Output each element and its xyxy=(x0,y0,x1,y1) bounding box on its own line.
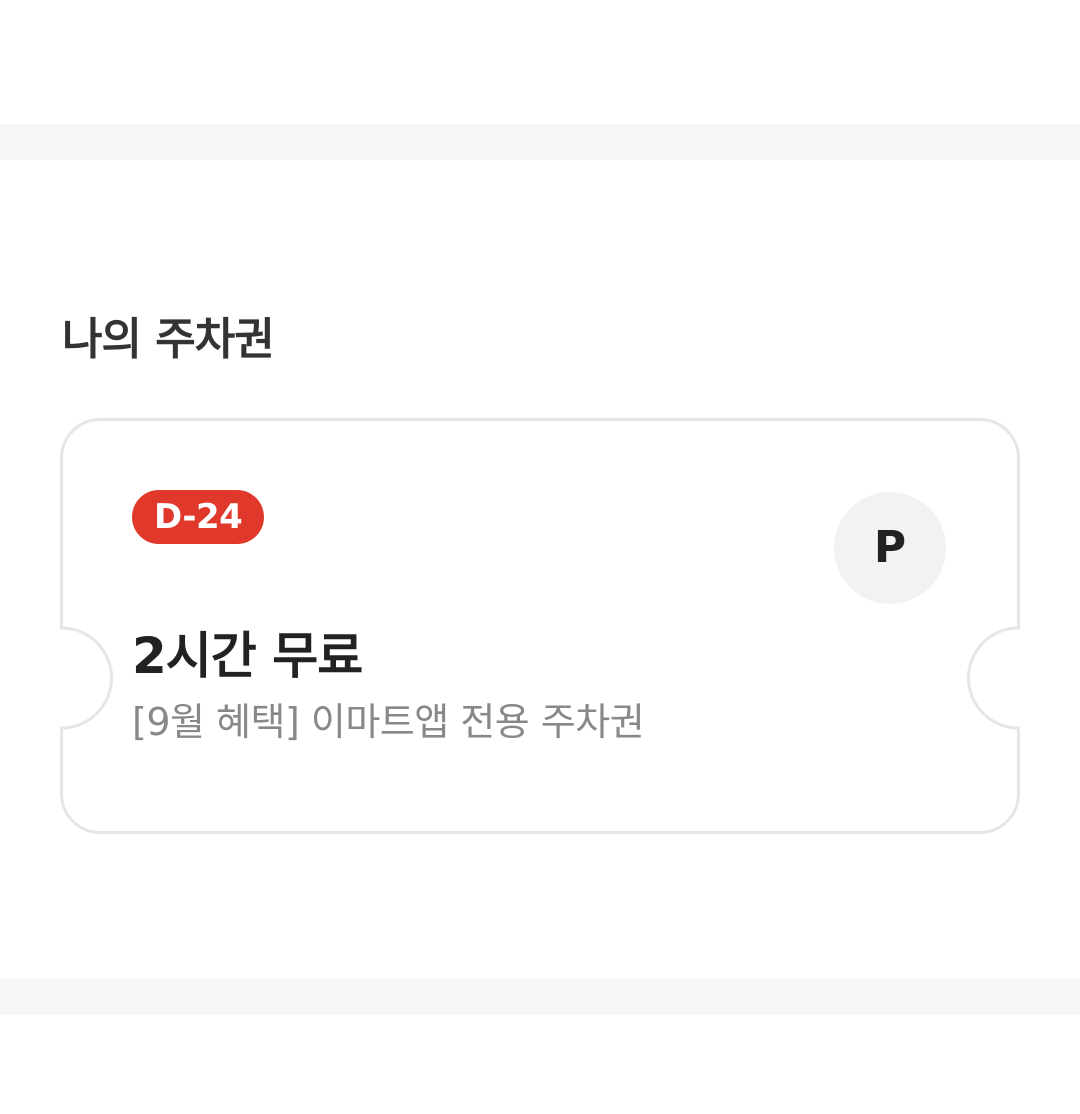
section-divider-bottom xyxy=(0,979,1080,1015)
parking-ticket-card[interactable]: D-24 P 2시간 무료 [9월 혜택] 이마트앱 전용 주차권 xyxy=(60,418,1020,834)
ticket-description: [9월 혜택] 이마트앱 전용 주차권 xyxy=(132,700,645,744)
d-day-badge: D-24 xyxy=(132,490,265,544)
parking-icon: P xyxy=(834,492,946,604)
section-title: 나의 주차권 xyxy=(62,314,275,365)
ticket-title: 2시간 무료 xyxy=(132,627,363,685)
section-divider-top xyxy=(0,124,1080,160)
